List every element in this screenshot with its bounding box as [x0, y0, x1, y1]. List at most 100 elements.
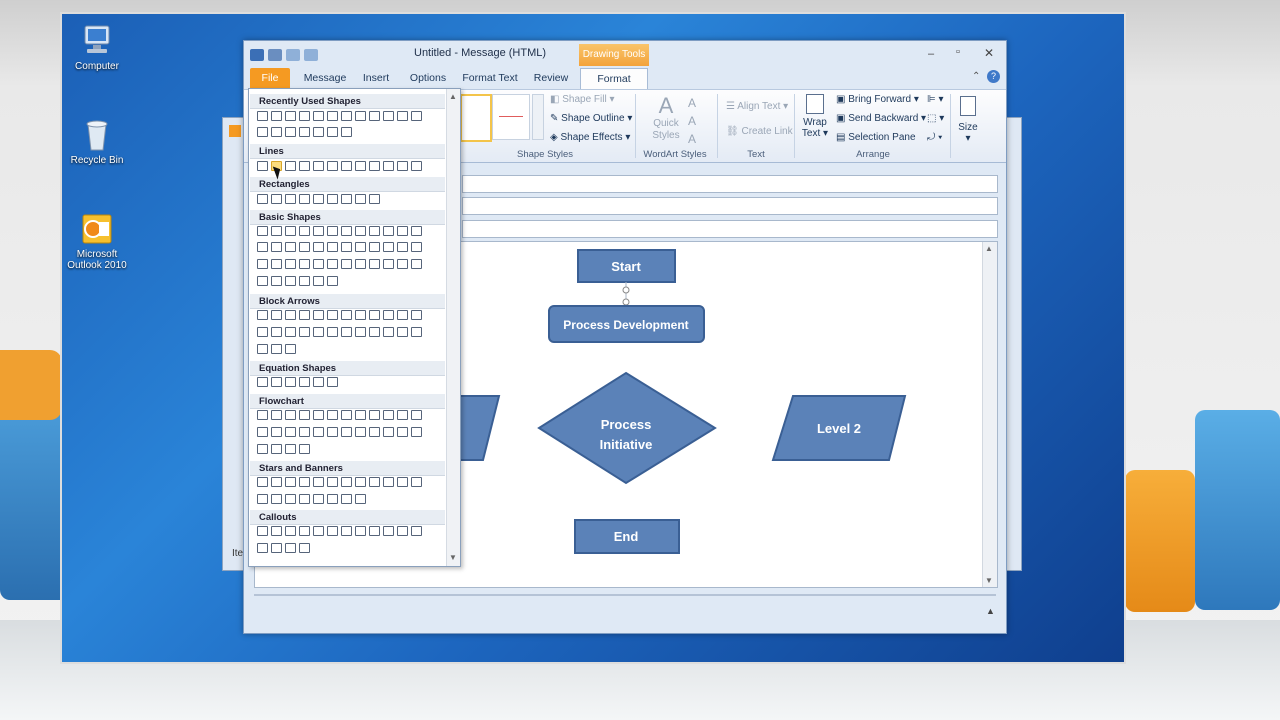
create-link-button[interactable]: ⛓ Create Link: [726, 126, 793, 137]
shape-item[interactable]: [341, 494, 352, 504]
desktop-icon-computer[interactable]: Computer: [62, 24, 132, 72]
shape-item[interactable]: [299, 477, 310, 487]
shape-item[interactable]: [341, 410, 352, 420]
shape-item[interactable]: [411, 410, 422, 420]
tab-format[interactable]: Format: [580, 68, 648, 89]
shape-item[interactable]: [341, 127, 352, 137]
tab-review[interactable]: Review: [529, 68, 573, 88]
shape-item[interactable]: [299, 310, 310, 320]
shape-item[interactable]: [285, 444, 296, 454]
shape-item[interactable]: [299, 410, 310, 420]
shape-item[interactable]: [327, 111, 338, 121]
vertical-scrollbar[interactable]: ▲ ▼: [982, 242, 997, 587]
shape-item[interactable]: [327, 310, 338, 320]
shape-item[interactable]: [355, 194, 366, 204]
shape-item[interactable]: [369, 327, 380, 337]
shape-item[interactable]: [271, 543, 282, 553]
selection-pane-button[interactable]: ▤ Selection Pane: [836, 132, 916, 143]
shape-item[interactable]: [341, 161, 352, 171]
gallery-scrollbar[interactable]: ▲ ▼: [446, 89, 460, 566]
shape-item[interactable]: [369, 242, 380, 252]
shape-item[interactable]: [271, 327, 282, 337]
shape-item[interactable]: [313, 127, 324, 137]
shape-item[interactable]: [271, 410, 282, 420]
shape-item[interactable]: [271, 276, 282, 286]
shape-item[interactable]: [257, 344, 268, 354]
shape-item[interactable]: [341, 477, 352, 487]
shape-item[interactable]: [341, 427, 352, 437]
shape-item[interactable]: [327, 526, 338, 536]
shape-item[interactable]: [383, 310, 394, 320]
shape-item[interactable]: [327, 194, 338, 204]
shape-item[interactable]: [383, 477, 394, 487]
shape-item[interactable]: [313, 377, 324, 387]
shape-item[interactable]: [299, 276, 310, 286]
shape-item[interactable]: [355, 310, 366, 320]
shape-item[interactable]: [341, 526, 352, 536]
shape-item[interactable]: [257, 526, 268, 536]
shape-item[interactable]: [313, 242, 324, 252]
shape-item[interactable]: [271, 526, 282, 536]
shape-item[interactable]: [257, 377, 268, 387]
shape-item[interactable]: [299, 327, 310, 337]
shape-item[interactable]: [271, 427, 282, 437]
shape-item[interactable]: [341, 327, 352, 337]
save-icon[interactable]: [268, 49, 282, 61]
shape-item[interactable]: [313, 194, 324, 204]
shape-item[interactable]: [271, 226, 282, 236]
shape-item[interactable]: [341, 111, 352, 121]
shape-item[interactable]: [285, 427, 296, 437]
shape-item[interactable]: [285, 242, 296, 252]
rotate-objects-icon[interactable]: ⤾ ▾: [927, 132, 942, 143]
shape-item[interactable]: [327, 427, 338, 437]
shape-item[interactable]: [257, 310, 268, 320]
scroll-down-icon[interactable]: ▼: [449, 553, 457, 562]
shape-item[interactable]: [299, 526, 310, 536]
text-fill-icon[interactable]: AAA: [688, 94, 696, 148]
shape-item[interactable]: [369, 111, 380, 121]
shape-item[interactable]: [355, 226, 366, 236]
shape-item[interactable]: [285, 494, 296, 504]
wrap-text-button[interactable]: Wrap Text ▾: [800, 94, 830, 139]
shape-item[interactable]: [397, 327, 408, 337]
scroll-up-icon[interactable]: ▲: [449, 92, 457, 101]
shape-item[interactable]: [313, 526, 324, 536]
shape-item[interactable]: [383, 410, 394, 420]
shape-item[interactable]: [313, 161, 324, 171]
shape-item[interactable]: [271, 494, 282, 504]
shape-item[interactable]: [257, 111, 268, 121]
shape-item[interactable]: [411, 427, 422, 437]
shape-item[interactable]: [313, 310, 324, 320]
shape-fill-button[interactable]: ◧ Shape Fill ▾: [550, 94, 615, 105]
shape-item[interactable]: [257, 194, 268, 204]
shape-item[interactable]: [411, 526, 422, 536]
shape-item[interactable]: [341, 194, 352, 204]
shape-item[interactable]: [271, 344, 282, 354]
shape-item[interactable]: [411, 111, 422, 121]
shape-item[interactable]: [299, 444, 310, 454]
shape-item[interactable]: [313, 427, 324, 437]
shape-item[interactable]: [257, 444, 268, 454]
tab-insert[interactable]: Insert: [356, 68, 396, 88]
shape-item[interactable]: [271, 127, 282, 137]
shape-item[interactable]: [257, 161, 268, 171]
shape-item[interactable]: [355, 242, 366, 252]
shape-item[interactable]: [327, 410, 338, 420]
subject-field[interactable]: [462, 220, 998, 238]
shape-item[interactable]: [257, 226, 268, 236]
shape-item[interactable]: [397, 226, 408, 236]
shape-item[interactable]: [299, 242, 310, 252]
shape-item[interactable]: [397, 526, 408, 536]
shape-item[interactable]: [285, 477, 296, 487]
shape-item[interactable]: [285, 259, 296, 269]
shape-item[interactable]: [411, 161, 422, 171]
shape-item[interactable]: [369, 194, 380, 204]
shape-item[interactable]: [397, 161, 408, 171]
shape-item[interactable]: [285, 327, 296, 337]
shape-item[interactable]: [313, 111, 324, 121]
shape-item[interactable]: [383, 161, 394, 171]
shape-item[interactable]: [355, 410, 366, 420]
shape-item[interactable]: [355, 259, 366, 269]
size-button[interactable]: Size ▾: [956, 96, 980, 144]
shape-item[interactable]: [411, 327, 422, 337]
